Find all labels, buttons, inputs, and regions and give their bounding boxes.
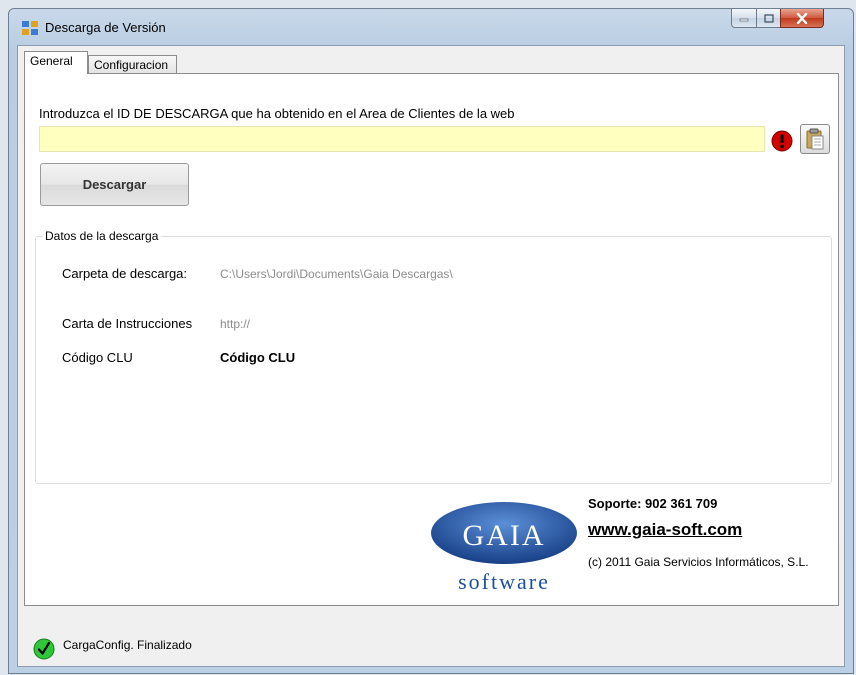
- group-legend: Datos de la descarga: [42, 229, 162, 243]
- carpeta-label: Carpeta de descarga:: [62, 266, 188, 281]
- paste-button[interactable]: [800, 124, 830, 154]
- datos-descarga-group: Datos de la descarga Carpeta de descarga…: [35, 229, 832, 484]
- client-area: General Configuracion Introduzca el ID D…: [17, 45, 845, 667]
- website-link[interactable]: www.gaia-soft.com: [588, 520, 742, 540]
- tab-configuracion[interactable]: Configuracion: [88, 55, 177, 73]
- descargar-label: Descargar: [82, 177, 147, 192]
- logo-bottom-text: software: [458, 569, 550, 594]
- instruction-text: Introduzca el ID DE DESCARGA que ha obte…: [39, 106, 515, 121]
- close-icon: [796, 12, 808, 24]
- title-bar[interactable]: Descarga de Versión: [9, 9, 853, 45]
- descargar-button[interactable]: Descargar: [40, 163, 189, 206]
- logo-top-text: GAIA: [463, 519, 546, 552]
- close-button[interactable]: [780, 9, 824, 28]
- carta-value: http://: [220, 317, 251, 331]
- carpeta-value: C:\Users\Jordi\Documents\Gaia Descargas\: [220, 267, 453, 281]
- maximize-icon: [763, 13, 774, 23]
- minimize-icon: [739, 18, 749, 22]
- minimize-button[interactable]: [731, 9, 757, 28]
- tab-general-label: General: [30, 54, 73, 68]
- checkmark-icon: [33, 638, 55, 660]
- tab-general[interactable]: General: [24, 51, 88, 74]
- status-bar: CargaConfig. Finalizado: [18, 606, 844, 666]
- copyright-text: (c) 2011 Gaia Servicios Informáticos, S.…: [588, 555, 809, 569]
- carta-label: Carta de Instrucciones: [62, 316, 193, 331]
- clu-value: Código CLU: [220, 350, 296, 365]
- soporte-text: Soporte: 902 361 709: [588, 496, 718, 511]
- tab-page-general: Introduzca el ID DE DESCARGA que ha obte…: [24, 73, 839, 606]
- maximize-button[interactable]: [756, 9, 781, 28]
- download-id-input[interactable]: [39, 126, 765, 152]
- gaia-logo: GAIA software: [430, 493, 578, 605]
- status-text: CargaConfig. Finalizado: [63, 638, 192, 652]
- app-window: Descarga de Versión General Configuracio…: [8, 8, 854, 674]
- exclamation-icon: [771, 130, 793, 152]
- clipboard-icon: [806, 128, 824, 150]
- window-title: Descarga de Versión: [45, 20, 166, 35]
- clu-label: Código CLU: [62, 350, 133, 365]
- tab-configuracion-label: Configuracion: [94, 58, 169, 72]
- app-icon: [22, 21, 38, 35]
